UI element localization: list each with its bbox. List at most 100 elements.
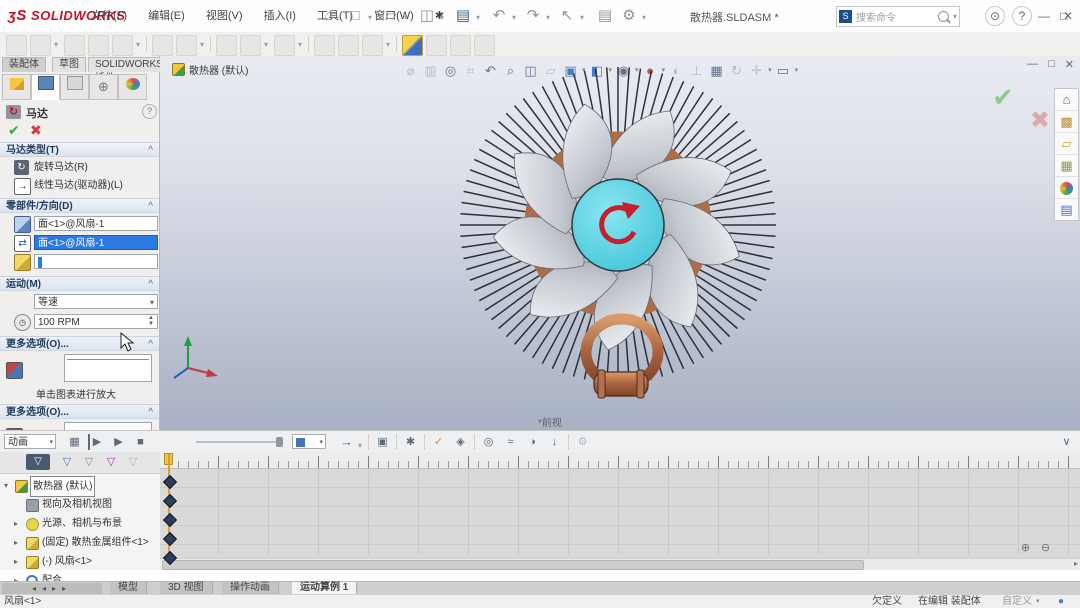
tab-propertymanager-icon[interactable] (31, 74, 60, 100)
collapse-chevron-icon[interactable]: ^ (148, 337, 153, 352)
options-gear-icon[interactable]: ⚙ (618, 5, 640, 27)
section-motion[interactable]: 运动(M)^ (0, 276, 159, 291)
insert-components-dropdown-icon[interactable]: ▾ (52, 40, 60, 49)
edit-component-icon[interactable] (6, 35, 27, 56)
section-more-options-load[interactable]: 更多选项(O)...^ (0, 404, 159, 419)
new-motion-study-icon[interactable] (274, 35, 295, 56)
play-icon[interactable]: ▶ (110, 434, 127, 450)
pm-help-icon[interactable]: ? (142, 104, 157, 119)
contact-tool-icon[interactable]: ◑ (524, 434, 541, 450)
section-motor-type[interactable]: 马达类型(T)^ (0, 142, 159, 157)
section-component-direction[interactable]: 零部件/方向(D)^ (0, 198, 159, 213)
tab-scroll-buttons[interactable]: ◂◂▸▸ (2, 583, 102, 594)
loop-mode-icon[interactable]: → (338, 434, 355, 450)
timeline-ruler[interactable] (160, 452, 1080, 469)
fan-heatsink-model[interactable] (160, 56, 1080, 430)
tree-row-lights[interactable]: ▸ 光源、相机与布景 (0, 514, 160, 533)
collapse-chevron-icon[interactable]: ^ (148, 143, 153, 158)
assembly-features-icon[interactable] (216, 35, 237, 56)
save-dropdown-icon[interactable]: ▾ (438, 13, 446, 22)
save-animation-icon[interactable]: ▣ (374, 434, 391, 450)
tab-dimxpert-icon[interactable]: ⊕ (89, 74, 118, 100)
help-icon[interactable]: ? (1012, 6, 1032, 26)
collapse-chevron-icon[interactable]: ^ (148, 277, 153, 292)
study-type-select[interactable]: 动画▾ (4, 434, 56, 449)
filter-results-icon[interactable]: ▽ (124, 454, 142, 470)
redo-icon[interactable]: ↷ (522, 5, 544, 27)
playback-speed-slider[interactable] (196, 441, 282, 443)
timeline-zoom-out-icon[interactable]: ⊖ (1037, 541, 1054, 556)
motor-type-rotary-option[interactable]: ↻ 旋转马达(R) (8, 160, 152, 176)
ok-button[interactable]: ✔ (8, 122, 20, 139)
collapse-chevron-icon[interactable]: ^ (148, 199, 153, 214)
expander-icon[interactable]: ▸ (14, 533, 18, 552)
open-dropdown-icon[interactable]: ▾ (402, 13, 410, 22)
tab-featuremanager-icon[interactable] (2, 74, 31, 100)
motor-speed-field[interactable]: 100 RPM▲▼ (34, 314, 158, 329)
tab-model[interactable]: 模型 (110, 582, 147, 594)
stop-icon[interactable]: ■ (132, 434, 149, 450)
show-hidden-components-icon[interactable] (176, 35, 197, 56)
tab-3d-views[interactable]: 3D 视图 (160, 582, 213, 594)
spring-tool-icon[interactable]: ≈ (502, 434, 519, 450)
exploded-view-icon[interactable] (338, 35, 359, 56)
cancel-button[interactable]: ✖ (30, 122, 42, 139)
redo-dropdown-icon[interactable]: ▾ (544, 13, 552, 22)
motion-direction-field[interactable]: 面<1>@风扇-1 (34, 235, 158, 250)
reference-geometry-icon[interactable] (240, 35, 261, 56)
menu-file[interactable]: 文件(F) (82, 0, 136, 32)
play-from-start-icon[interactable]: ▶ (88, 434, 104, 450)
timeline-area[interactable]: ⊕ ⊖ ▸ (160, 452, 1080, 570)
instant3d-dropdown-icon[interactable]: ▾ (384, 40, 392, 49)
scrollbar-thumb[interactable] (162, 560, 864, 570)
user-account-icon[interactable]: ⊙ (985, 6, 1005, 26)
mate-icon[interactable] (64, 35, 85, 56)
rebuild-list-icon[interactable]: ▤ (594, 5, 616, 27)
component-to-move-field[interactable] (34, 254, 158, 269)
search-scope-icon[interactable]: S (839, 10, 852, 23)
motor-profile-graph[interactable] (64, 354, 152, 382)
motor-type-linear-option[interactable]: → 线性马达(驱动器)(L) (8, 178, 152, 194)
select-icon[interactable]: ↖ (556, 5, 578, 27)
reverse-direction-icon[interactable]: ⇄ (14, 235, 31, 252)
menu-view[interactable]: 视图(V) (197, 0, 252, 32)
print-dropdown-icon[interactable]: ▾ (474, 13, 482, 22)
tree-row-orientation[interactable]: 视向及相机视图 (0, 495, 160, 514)
tree-row-fan-component[interactable]: ▸ (-) 风扇<1> (0, 552, 160, 571)
open-icon[interactable]: ▱ (380, 5, 402, 27)
take-snapshot-icon[interactable] (450, 35, 471, 56)
timeline-horizontal-scrollbar[interactable]: ▸ (160, 558, 1080, 570)
new-document-dropdown-icon[interactable]: ▾ (366, 13, 374, 22)
collapse-chevron-icon[interactable]: ^ (148, 405, 153, 420)
playback-mode-select[interactable]: ▾ (292, 434, 326, 449)
collapse-motionmanager-icon[interactable]: ∨ (1058, 434, 1075, 450)
filter-selected-icon[interactable]: ▽ (102, 454, 120, 470)
motion-function-select[interactable]: 等速▾ (34, 294, 158, 309)
update-speedpak-icon[interactable] (426, 35, 447, 56)
search-icon[interactable] (938, 11, 949, 22)
expander-icon[interactable]: ▾ (4, 476, 8, 495)
select-dropdown-icon[interactable]: ▾ (578, 13, 586, 22)
status-globe-icon[interactable]: ● (1058, 595, 1064, 608)
tree-row-heatsink-component[interactable]: ▸ (固定) 散热金属组件<1> (0, 533, 160, 552)
undo-dropdown-icon[interactable]: ▾ (510, 13, 518, 22)
search-dropdown-icon[interactable]: ▾ (951, 12, 959, 21)
linear-pattern-icon[interactable] (88, 35, 109, 56)
loop-mode-dropdown-icon[interactable]: ▾ (356, 441, 364, 450)
save-icon[interactable]: ◫ (416, 5, 438, 27)
spinner-arrows-icon[interactable]: ▲▼ (146, 315, 156, 328)
move-component-icon[interactable] (152, 35, 173, 56)
print-icon[interactable]: ▤ (452, 5, 474, 27)
instant3d-icon[interactable] (362, 35, 383, 56)
motion-location-field[interactable]: 面<1>@风扇-1 (34, 216, 158, 231)
pattern-dropdown-icon[interactable]: ▾ (134, 40, 142, 49)
tab-motion-study-1[interactable]: 运动算例 1 (292, 582, 357, 594)
tree-row-assembly[interactable]: ▾ 散热器 (默认) (0, 476, 160, 495)
tab-displaymanager-icon[interactable] (118, 74, 147, 100)
timeline-zoom-in-icon[interactable]: ⊕ (1017, 541, 1034, 556)
expander-icon[interactable]: ▸ (14, 514, 18, 533)
insert-components-icon[interactable] (30, 35, 51, 56)
options-dropdown-icon[interactable]: ▾ (640, 13, 648, 22)
tab-assembly[interactable]: 装配体 (2, 57, 46, 72)
slider-handle[interactable] (276, 437, 283, 447)
